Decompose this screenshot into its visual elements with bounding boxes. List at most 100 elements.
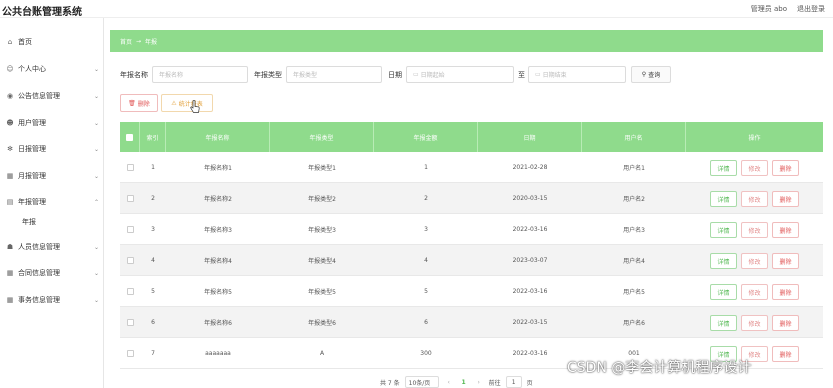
edit-button[interactable]: 修改 (741, 222, 768, 238)
cell-name: 年报名称3 (204, 227, 232, 234)
cell-name: 年报名称1 (204, 165, 232, 172)
name-filter-input[interactable]: 年报名称 (152, 66, 248, 83)
select-all-checkbox[interactable] (126, 133, 133, 141)
type-filter-input[interactable]: 年报类型 (286, 66, 382, 83)
detail-button[interactable]: 详情 (710, 253, 737, 269)
cell-type: 年报类型1 (308, 165, 336, 172)
header-index: 索引 (140, 122, 166, 152)
row-checkbox[interactable] (126, 257, 134, 264)
sidebar-item-label: 首页 (18, 38, 32, 46)
name-filter-label: 年报名称 (120, 71, 148, 79)
user-role-label: 管理员 abo (750, 5, 787, 13)
row-checkbox[interactable] (126, 195, 134, 202)
username: abo (773, 5, 787, 13)
cell-operations: 详情 修改 删除 (686, 183, 823, 214)
report-icon: ▤ (6, 198, 14, 206)
chevron-down-icon: ⌄ (94, 243, 100, 251)
sidebar-item-contracts[interactable]: ▦ 合同信息管理 ⌄ (6, 267, 99, 279)
sidebar-item-users[interactable]: ☻ 用户管理 ⌄ (6, 117, 99, 129)
delete-button[interactable]: 删除 (772, 253, 799, 269)
goto-page-input[interactable]: 1 (505, 376, 522, 388)
edit-button[interactable]: 修改 (741, 160, 768, 176)
cell-username: 用户名6 (623, 320, 645, 327)
batch-delete-button[interactable]: 🗑 删除 (120, 94, 158, 112)
date-end-input[interactable]: ▭ 日期结束 (528, 66, 626, 83)
delete-button[interactable]: 删除 (772, 222, 799, 238)
row-checkbox[interactable] (126, 288, 134, 295)
cell-index: 1 (151, 164, 155, 171)
cell-type: 年报类型2 (308, 196, 336, 203)
table-row: 1 年报名称1 年报类型1 1 2021-02-28 用户名1 详情 修改 删除 (120, 152, 823, 183)
cell-name: 年报名称5 (204, 289, 232, 296)
sidebar-item-home[interactable]: ⌂ 首页 (6, 36, 32, 48)
detail-button[interactable]: 详情 (710, 191, 737, 207)
sidebar-item-daily-report[interactable]: ✻ 日报管理 ⌄ (6, 143, 99, 155)
gear-icon: ✻ (7, 145, 13, 153)
cell-name: aaaaaaa (205, 350, 231, 357)
edit-button[interactable]: 修改 (741, 284, 768, 300)
cell-operations: 详情 修改 删除 (686, 214, 823, 245)
sidebar-item-annual-report[interactable]: ▤ 年报管理 ⌃ (6, 196, 99, 208)
stats-report-button[interactable]: ⚠ 统计报表 (161, 94, 213, 112)
detail-button[interactable]: 详情 (710, 222, 737, 238)
chevron-up-icon: ⌃ (94, 198, 100, 206)
delete-button[interactable]: 删除 (772, 346, 799, 362)
sidebar-item-affairs[interactable]: ▦ 事务信息管理 ⌄ (6, 294, 99, 306)
users-icon: ☻ (6, 119, 14, 127)
delete-button[interactable]: 删除 (772, 315, 799, 331)
arrow-right-icon: → (136, 37, 142, 45)
cell-amount: 300 (420, 350, 432, 357)
prev-page-button[interactable]: ‹ (444, 379, 454, 386)
delete-button[interactable]: 删除 (772, 160, 799, 176)
logout-link[interactable]: 退出登录 (797, 4, 825, 14)
sidebar-item-personal-center[interactable]: ☺ 个人中心 ⌄ (6, 63, 99, 75)
cell-amount: 4 (424, 257, 428, 264)
cell-type: 年报类型6 (308, 320, 336, 327)
pagination: 共 7 条 10条/页 ‹ 1 › 前往 1 页 (380, 375, 533, 388)
megaphone-icon: ◉ (6, 92, 14, 100)
next-page-button[interactable]: › (474, 379, 484, 386)
query-button[interactable]: ⚲ 查询 (631, 66, 671, 83)
sidebar-item-monthly-report[interactable]: ▦ 月报管理 ⌄ (6, 170, 99, 182)
cell-index: 2 (151, 195, 155, 202)
home-icon: ⌂ (7, 38, 13, 46)
row-checkbox[interactable] (126, 226, 134, 233)
detail-button[interactable]: 详情 (710, 315, 737, 331)
sidebar-item-label: 个人中心 (18, 65, 46, 73)
cell-index: 3 (151, 226, 155, 233)
main-content: 首页 → 年报 年报名称 年报名称 年报类型 年报类型 日期 ▭ 日期起始 至 … (110, 18, 833, 388)
edit-button[interactable]: 修改 (741, 191, 768, 207)
date-start-input[interactable]: ▭ 日期起始 (406, 66, 514, 83)
sidebar-item-label: 用户管理 (18, 119, 46, 127)
row-checkbox[interactable] (126, 164, 134, 171)
sidebar-subitem-annual[interactable]: 年报 (22, 216, 36, 228)
breadcrumb-home[interactable]: 首页 (120, 37, 132, 46)
cell-index: 6 (151, 319, 155, 326)
delete-button[interactable]: 删除 (772, 191, 799, 207)
breadcrumb-current: 年报 (145, 38, 158, 46)
detail-button[interactable]: 详情 (710, 284, 737, 300)
sidebar-item-label: 年报管理 (18, 198, 46, 206)
row-checkbox[interactable] (126, 350, 134, 357)
edit-button[interactable]: 修改 (741, 253, 768, 269)
search-icon: ⚲ (641, 71, 647, 78)
current-page[interactable]: 1 (459, 379, 469, 386)
sidebar-item-staff[interactable]: ☗ 人员信息管理 ⌄ (6, 241, 99, 253)
sidebar-item-notice[interactable]: ◉ 公告信息管理 ⌄ (6, 90, 99, 102)
cell-type: A (319, 350, 325, 357)
page-size-select[interactable]: 10条/页 (404, 376, 439, 388)
grid-icon: ▦ (6, 269, 14, 277)
cell-operations: 详情 修改 删除 (686, 152, 823, 183)
cell-amount: 3 (424, 226, 428, 233)
user-icon: ☺ (6, 65, 14, 73)
row-checkbox[interactable] (126, 319, 134, 326)
chevron-down-icon: ⌄ (94, 65, 100, 73)
cell-amount: 6 (424, 319, 428, 326)
edit-button[interactable]: 修改 (741, 315, 768, 331)
trash-icon: 🗑 (128, 99, 136, 107)
table-row: 6 年报名称6 年报类型6 6 2022-03-15 用户名6 详情 修改 删除 (120, 307, 823, 338)
cell-name: 年报名称4 (204, 258, 232, 265)
sidebar-item-label: 人员信息管理 (18, 243, 60, 251)
detail-button[interactable]: 详情 (710, 160, 737, 176)
delete-button[interactable]: 删除 (772, 284, 799, 300)
